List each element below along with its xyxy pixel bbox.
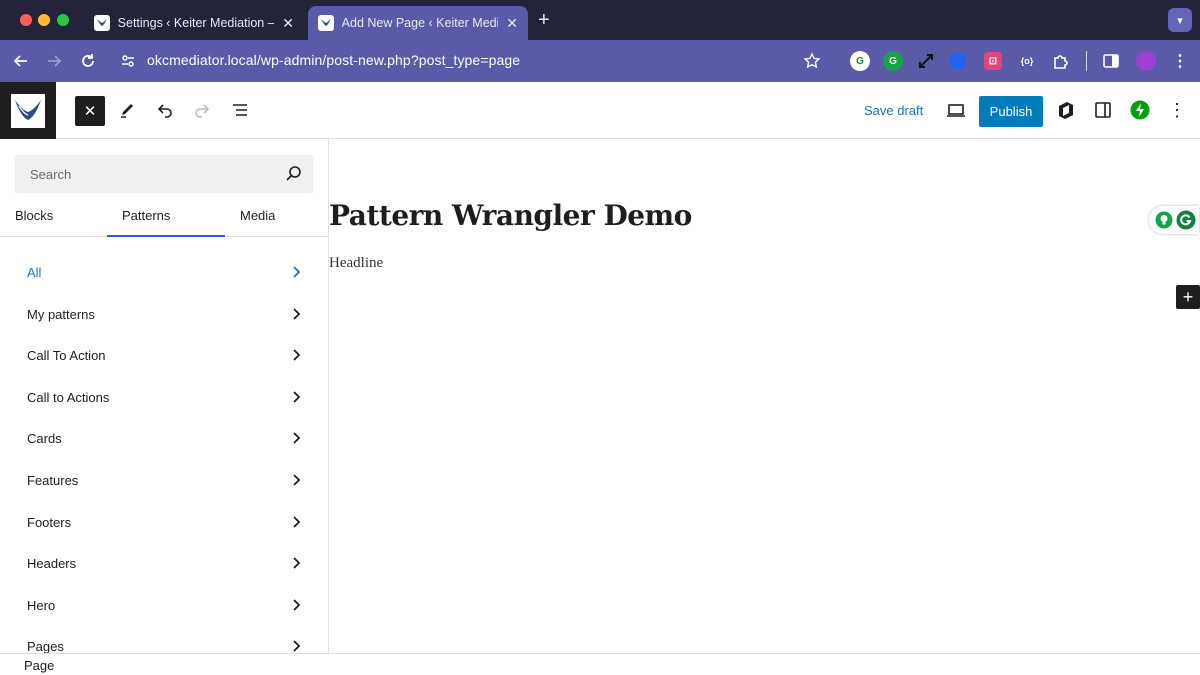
browser-tab-bar: Settings ‹ Keiter Mediation — ✕ Add New … <box>0 0 1200 40</box>
tools-pencil-icon[interactable] <box>115 98 139 122</box>
pattern-category-item[interactable]: Headers <box>0 543 328 584</box>
chevron-right-icon <box>290 597 304 618</box>
document-overview-icon[interactable] <box>228 98 252 122</box>
pattern-category-label: Cards <box>27 431 62 447</box>
browser-menu-icon[interactable]: ⋮ <box>1170 51 1190 71</box>
bird-logo-icon <box>11 93 45 128</box>
expand-icon[interactable] <box>916 51 936 71</box>
publish-button[interactable]: Publish <box>979 96 1043 127</box>
pattern-category-label: Pages <box>27 639 64 653</box>
editor-canvas[interactable]: Pattern Wrangler Demo Headline + <box>329 139 1200 653</box>
pattern-category-label: Footers <box>27 514 72 530</box>
pattern-category-item[interactable]: Pages <box>0 626 328 653</box>
chevron-right-icon <box>290 638 304 653</box>
blue-extension-icon[interactable] <box>950 53 966 69</box>
tab-close-icon[interactable]: ✕ <box>506 15 518 32</box>
pattern-category-label: Headers <box>27 556 77 572</box>
site-logo-button[interactable] <box>0 82 56 139</box>
editor-header-toolbar: ✕ Save draft Publish ⋮ <box>0 82 1200 139</box>
chevron-right-icon <box>290 514 304 535</box>
bookmark-star-icon[interactable] <box>801 50 823 72</box>
url-field[interactable]: okcmediator.local/wp-admin/post-new.php?… <box>147 52 520 68</box>
active-tab-indicator <box>107 235 225 237</box>
preview-desktop-icon[interactable] <box>944 98 968 122</box>
page-title[interactable]: Pattern Wrangler Demo <box>329 199 692 232</box>
pattern-category-item[interactable]: Call To Action <box>0 335 328 376</box>
chevron-right-icon <box>290 389 304 410</box>
tab-title: Settings ‹ Keiter Mediation — <box>117 16 275 30</box>
chevron-right-icon <box>290 264 304 285</box>
add-block-button[interactable]: + <box>1176 285 1200 309</box>
tab-patterns[interactable]: Patterns <box>122 208 170 223</box>
minimize-window-button[interactable] <box>38 14 50 26</box>
pattern-category-label: Hero <box>27 597 56 613</box>
search-icon <box>285 165 303 188</box>
breadcrumb[interactable]: Page <box>24 658 54 673</box>
redo-icon[interactable] <box>190 98 214 122</box>
browser-tab-settings[interactable]: Settings ‹ Keiter Mediation — ✕ <box>84 6 304 40</box>
reload-icon[interactable] <box>77 50 99 72</box>
block-inserter-panel: Search Blocks Patterns Media All My patte… <box>0 139 329 653</box>
chevron-right-icon <box>290 472 304 493</box>
pattern-category-item[interactable]: Features <box>0 460 328 501</box>
tab-title: Add New Page ‹ Keiter Media… <box>341 16 499 30</box>
chevron-right-icon <box>290 430 304 451</box>
pattern-category-item[interactable]: Cards <box>0 418 328 459</box>
plugin-panel-icon[interactable] <box>1053 98 1077 122</box>
tab-blocks[interactable]: Blocks <box>15 208 53 223</box>
pattern-category-label: Call To Action <box>27 348 106 364</box>
chevron-right-icon <box>290 347 304 368</box>
pattern-category-label: Features <box>27 473 79 488</box>
close-inserter-button[interactable]: ✕ <box>75 96 105 126</box>
browser-tab-add-new-page[interactable]: Add New Page ‹ Keiter Media… ✕ <box>308 6 528 40</box>
pattern-category-label: My patterns <box>27 306 95 322</box>
chevron-right-icon <box>290 555 304 576</box>
search-placeholder: Search <box>30 167 72 182</box>
undo-icon[interactable] <box>153 98 177 122</box>
site-settings-icon[interactable] <box>117 50 139 72</box>
jetpack-icon[interactable] <box>1128 98 1152 122</box>
grammarly-extension-icon[interactable]: G <box>850 51 870 71</box>
pink-extension-icon[interactable]: ⊡ <box>984 52 1002 70</box>
tab-media[interactable]: Media <box>240 208 275 223</box>
profile-avatar[interactable] <box>1136 51 1156 71</box>
tab-close-icon[interactable]: ✕ <box>282 15 294 32</box>
settings-sidebar-icon[interactable] <box>1091 98 1115 122</box>
grammarly-icon <box>1176 210 1196 235</box>
back-arrow-icon[interactable] <box>10 50 32 72</box>
forward-arrow-icon[interactable] <box>43 50 65 72</box>
grammarly-icon[interactable]: G <box>883 51 903 71</box>
pattern-category-item[interactable]: My patterns <box>0 294 328 335</box>
search-input[interactable]: Search <box>15 155 313 193</box>
puzzle-icon[interactable] <box>1051 51 1071 71</box>
paragraph-block[interactable]: Headline <box>329 255 383 272</box>
pattern-category-item[interactable]: Hero <box>0 585 328 626</box>
pattern-category-label: Call to Actions <box>27 389 110 405</box>
pattern-category-item[interactable]: Call to Actions <box>0 377 328 418</box>
wordpress-site-favicon-icon <box>94 15 110 31</box>
sidebar-toggle-icon[interactable] <box>1101 51 1121 71</box>
editor-footer: Page <box>0 653 1200 675</box>
pattern-category-item[interactable]: All <box>0 252 328 293</box>
pattern-category-item[interactable]: Footers <box>0 502 328 543</box>
code-extension-icon[interactable]: {o} <box>1017 51 1037 71</box>
chevron-right-icon <box>290 306 304 327</box>
maximize-window-button[interactable] <box>57 14 69 26</box>
pattern-category-label: All <box>27 265 42 280</box>
tab-search-menu-button[interactable]: ▾ <box>1168 8 1192 32</box>
options-menu-icon[interactable]: ⋮ <box>1165 98 1189 122</box>
save-draft-button[interactable]: Save draft <box>864 103 923 118</box>
wordpress-site-favicon-icon <box>318 15 334 31</box>
close-window-button[interactable] <box>20 14 32 26</box>
lightbulb-icon <box>1155 211 1173 234</box>
browser-address-bar: okcmediator.local/wp-admin/post-new.php?… <box>0 40 1200 82</box>
grammarly-widget[interactable] <box>1149 206 1199 234</box>
toolbar-divider <box>1086 51 1087 71</box>
new-tab-button[interactable]: + <box>538 10 550 30</box>
